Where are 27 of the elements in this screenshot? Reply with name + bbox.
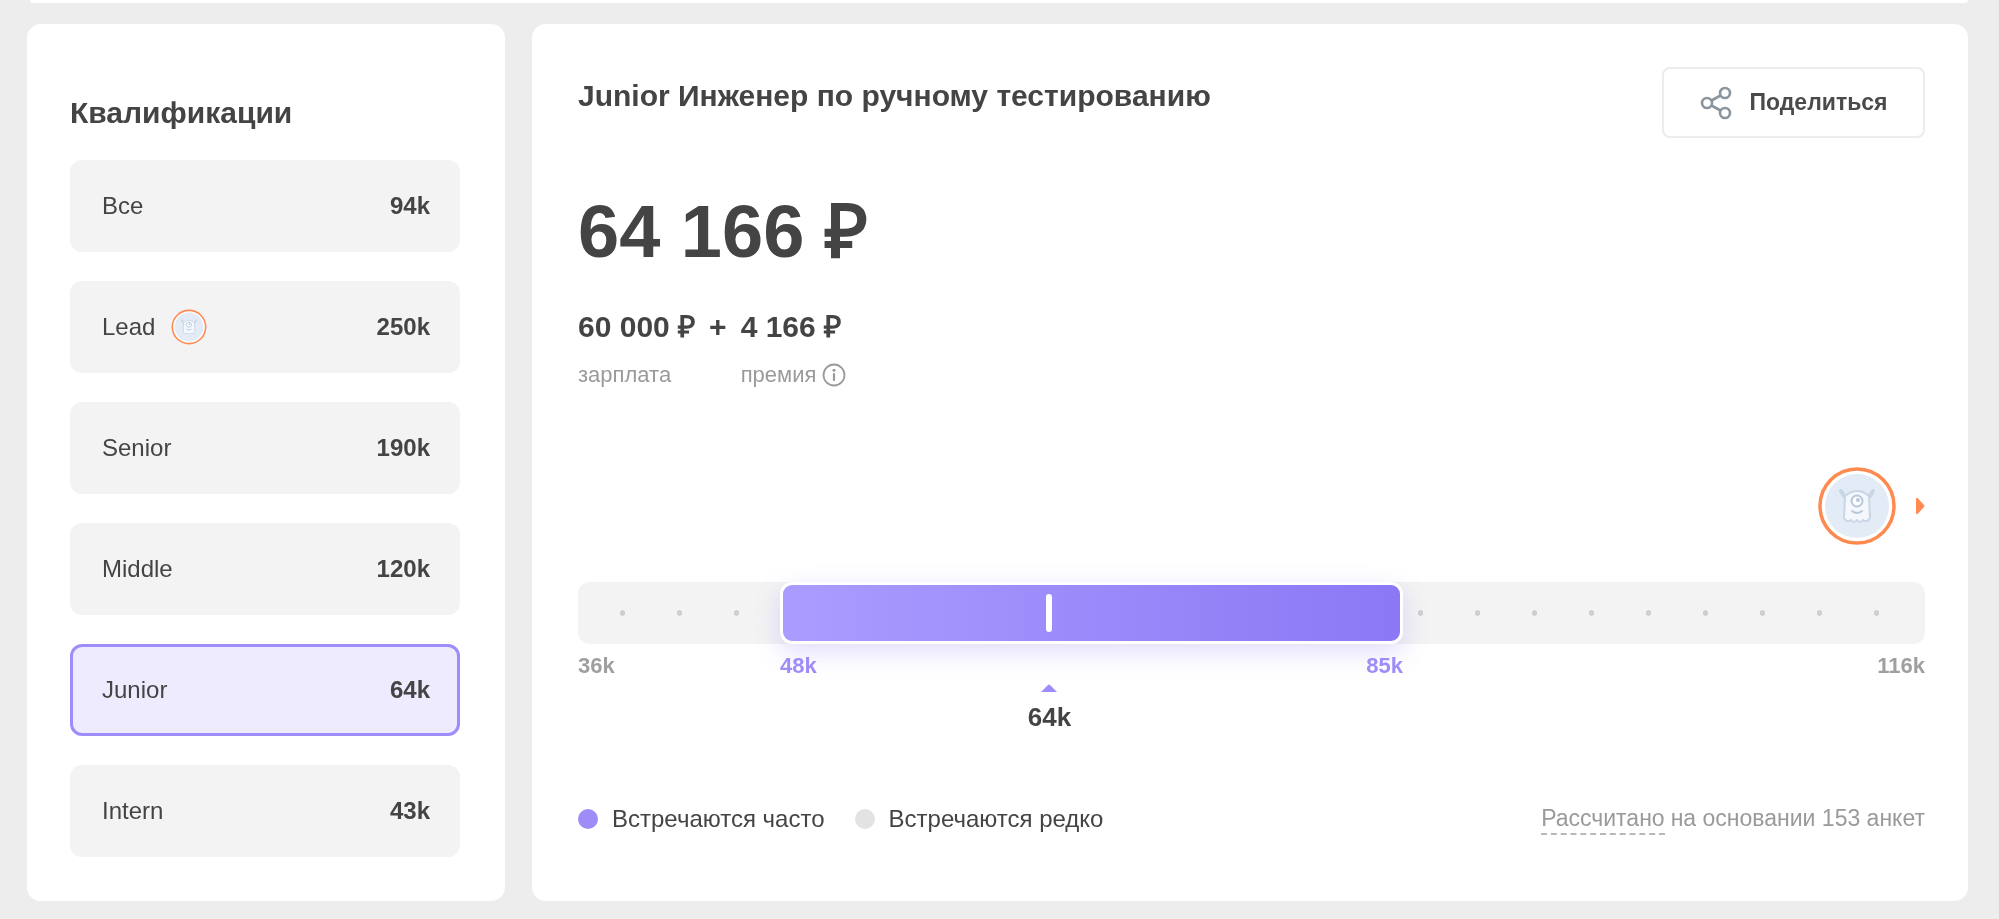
median-label: 64k: [1027, 701, 1072, 733]
share-icon: [1699, 85, 1734, 120]
job-title: Junior Инженер по ручному тестированию: [578, 79, 1211, 113]
caret-icon: [1041, 684, 1058, 692]
section-title: Квалификации: [70, 96, 294, 130]
salary-amount: 60 000 ₽: [578, 309, 696, 345]
qualification-item[interactable]: Senior 190k: [70, 402, 460, 494]
range-fill[interactable]: [780, 582, 1404, 644]
range-label: 48k: [780, 652, 817, 680]
salary-label: зарплата: [578, 361, 673, 389]
qualification-item[interactable]: Junior 64k: [70, 644, 460, 736]
scale-label: 36k: [578, 652, 615, 680]
legend-label: Встречаются редко: [888, 804, 1104, 834]
qualification-item[interactable]: Все 94k: [70, 160, 460, 252]
scale-label: 116k: [1877, 652, 1925, 680]
pointer-icon: [1915, 496, 1925, 516]
total-amount: 64 166 ₽: [578, 192, 869, 272]
legend-label: Встречаются часто: [612, 804, 825, 834]
bonus-amount: 4 166 ₽: [740, 309, 843, 345]
plus-sign: +: [709, 309, 727, 345]
bonus-label: премия: [740, 361, 817, 389]
share-button[interactable]: Поделиться: [1662, 67, 1925, 138]
range-label: 85k: [1366, 652, 1404, 680]
qualification-item[interactable]: Intern 43k: [70, 765, 460, 857]
footnote-text: на основании 153 анкет: [1670, 804, 1925, 833]
qualification-item[interactable]: Middle 120k: [70, 523, 460, 615]
qualification-item[interactable]: Lead 250k: [70, 281, 460, 373]
